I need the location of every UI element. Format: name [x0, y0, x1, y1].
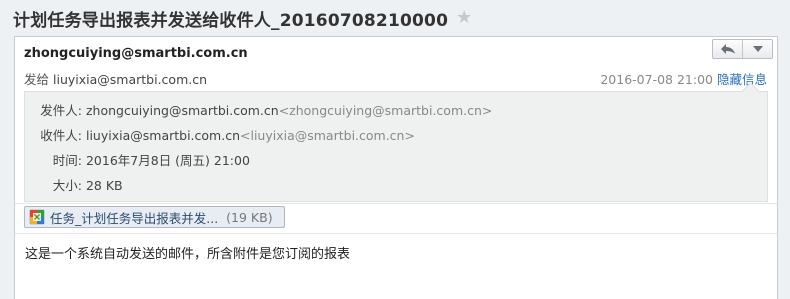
detail-to-row: 收件人: liuyixia@smartbi.com.cn<liuyixia@sm… [25, 125, 415, 144]
star-icon[interactable]: ★ [456, 9, 472, 27]
send-date: 2016-07-08 21:00 [600, 72, 713, 87]
to-detail-label: 收件人: [40, 128, 82, 143]
subject-bar: 计划任务导出报表并发送给收件人_20160708210000 ★ [0, 0, 790, 36]
message-card: zhongcuiying@smartbi.com.cn 发给 liuyixia@s… [14, 36, 778, 299]
time-label: 时间: [52, 153, 82, 168]
reply-button-group [712, 39, 773, 59]
email-subject: 计划任务导出报表并发送给收件人_20160708210000 [13, 10, 449, 31]
from-label: 发件人: [40, 103, 82, 118]
reply-icon [720, 44, 735, 54]
from-address: <zhongcuiying@smartbi.com.cn> [278, 103, 493, 118]
size-label: 大小: [52, 178, 82, 193]
reply-button[interactable] [713, 40, 742, 58]
email-body: 这是一个系统自动发送的邮件，所含附件是您订阅的报表 [25, 247, 351, 262]
body-divider [15, 233, 777, 234]
dropdown-icon [752, 46, 763, 52]
excel-file-icon [29, 209, 45, 225]
attachment-item[interactable]: 任务_计划任务导出报表并发... (19 KB) [24, 206, 285, 228]
to-label: 发给 [24, 72, 50, 87]
to-address: <liuyixia@smartbi.com.cn> [240, 128, 415, 143]
attachment-divider [15, 203, 777, 204]
date-line: 2016-07-08 21:00 隐藏信息 [600, 69, 767, 88]
detail-time-row: 时间: 2016年7月8日 (周五) 21:00 [25, 150, 250, 169]
hide-details-link[interactable]: 隐藏信息 [717, 72, 767, 87]
detail-from-row: 发件人: zhongcuiying@smartbi.com.cn<zhongcu… [25, 100, 492, 119]
more-actions-button[interactable] [742, 40, 772, 58]
sender-name[interactable]: zhongcuiying@smartbi.com.cn [24, 46, 248, 61]
size-value: 28 KB [85, 178, 123, 193]
details-panel: 发件人: zhongcuiying@smartbi.com.cn<zhongcu… [24, 82, 768, 202]
time-value: 2016年7月8日 (周五) 21:00 [85, 153, 250, 168]
detail-size-row: 大小: 28 KB [25, 175, 123, 194]
recipient-address[interactable]: liuyixia@smartbi.com.cn [53, 72, 207, 87]
attachment-size: (19 KB) [226, 209, 273, 225]
recipient-line: 发给 liuyixia@smartbi.com.cn [24, 69, 207, 88]
to-name[interactable]: liuyixia@smartbi.com.cn [86, 128, 240, 143]
attachment-name: 任务_计划任务导出报表并发... [50, 210, 219, 226]
from-name[interactable]: zhongcuiying@smartbi.com.cn [86, 103, 279, 118]
